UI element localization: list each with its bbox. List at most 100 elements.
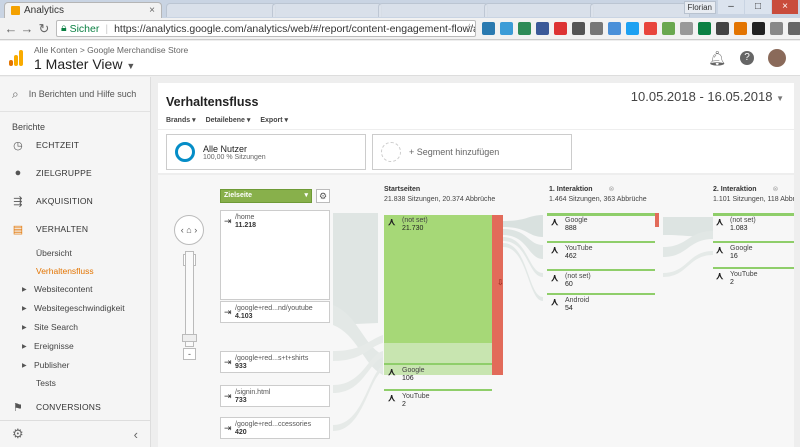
int1-node-android[interactable]: ⋏ Android 54 <box>551 297 651 313</box>
sidebar-subitem-tests[interactable]: Tests <box>0 374 150 392</box>
extension-icon[interactable] <box>734 22 747 35</box>
int2-node-not-set[interactable]: ⋏ (not set) 1.083 <box>716 217 792 233</box>
remove-column-icon[interactable]: ⊗ <box>609 186 615 193</box>
extension-icon[interactable] <box>752 22 765 35</box>
segment-all-users[interactable]: Alle Nutzer 100,00 % Sitzungen <box>166 134 366 170</box>
google-analytics-logo-icon[interactable] <box>8 50 24 66</box>
column-header-int2: 2. Interaktion ⊗ 1.101 Sitzungen, 118 Ab… <box>713 185 794 205</box>
sidebar-subitem-label: Verhaltensfluss <box>36 266 94 276</box>
extension-icon[interactable] <box>536 22 549 35</box>
collapse-sidebar-icon[interactable]: ‹ <box>134 427 138 442</box>
sidebar-subitem-site-search[interactable]: ▶ Site Search <box>0 318 150 336</box>
landing-node-signin[interactable]: ⇥ /signin.html 733 <box>220 385 330 407</box>
notifications-bell-icon[interactable]: 🔔︎ <box>708 50 726 67</box>
account-breadcrumb[interactable]: Alle Konten > Google Merchandise Store <box>34 45 188 55</box>
sidebar-item-conversions[interactable]: ⚑ CONVERSIONS <box>0 396 150 418</box>
zoom-slider[interactable] <box>185 251 194 347</box>
sidebar-subitem-publisher[interactable]: ▶ Publisher <box>0 356 150 374</box>
int2-node-google[interactable]: ⋏ Google 16 <box>716 245 792 261</box>
node-value: 2 <box>730 279 734 286</box>
search-input[interactable]: In Berichten und Hilfe such <box>29 89 137 99</box>
date-range-picker[interactable]: 10.05.2018 - 16.05.2018 ▼ <box>631 89 784 104</box>
start-node-youtube[interactable]: ⋏ YouTube 2 <box>388 393 488 409</box>
export-menu[interactable]: Export ▾ <box>260 116 288 124</box>
browser-tab[interactable] <box>378 3 488 17</box>
address-bar[interactable]: 🔒︎ Sicher | https://analytics.google.com… <box>56 20 476 37</box>
extension-icon[interactable] <box>500 22 513 35</box>
extension-icon[interactable] <box>644 22 657 35</box>
sidebar-subitem-ereignisse[interactable]: ▶ Ereignisse <box>0 337 150 355</box>
int1-node-google[interactable]: ⋏ Google 888 <box>551 217 651 233</box>
browser-tab[interactable] <box>272 3 382 17</box>
sidebar-subitem-label: Websitegeschwindigkeit <box>34 303 125 313</box>
sidebar-item-verhalten[interactable]: ▤ VERHALTEN <box>0 218 150 240</box>
remove-column-icon[interactable]: ⊗ <box>773 186 779 193</box>
extension-icon[interactable] <box>608 22 621 35</box>
int1-node-not-set[interactable]: ⋏ (not set) 60 <box>551 273 651 289</box>
node-value: 933 <box>235 363 247 370</box>
avatar[interactable] <box>768 49 786 67</box>
browser-tab[interactable] <box>166 3 276 17</box>
landing-node-home[interactable]: ⇥ /home 11.218 <box>220 210 330 300</box>
forward-icon[interactable]: → <box>20 21 34 36</box>
node-value: 420 <box>235 429 247 436</box>
extension-icon[interactable] <box>590 22 603 35</box>
sidebar-item-echtzeit[interactable]: ◷ ECHTZEIT <box>0 134 150 156</box>
node-label: (not set) <box>730 217 756 224</box>
bookmark-star-icon[interactable]: ☆ <box>464 21 475 35</box>
browser-profile-badge[interactable]: Florian <box>683 1 716 14</box>
settings-gear-icon[interactable]: ⚙ <box>12 426 24 442</box>
view-selector[interactable]: 1 Master View ▼ <box>34 56 135 72</box>
pan-control[interactable]: ‹ ⌂ › <box>174 215 204 245</box>
extension-icon[interactable] <box>716 22 729 35</box>
landing-node-accessories[interactable]: ⇥ /google+red...ccessories 420 <box>220 417 330 439</box>
back-icon[interactable]: ← <box>4 21 18 36</box>
help-icon[interactable]: ? <box>740 51 754 65</box>
dimension-settings-gear-icon[interactable]: ⚙ <box>316 189 330 203</box>
zoom-out-button[interactable]: - <box>183 348 196 360</box>
maximize-icon[interactable]: □ <box>745 0 771 14</box>
extension-icon[interactable] <box>788 22 800 35</box>
sidebar-item-zielgruppe[interactable]: ● ZIELGRUPPE <box>0 162 150 184</box>
extension-icon[interactable] <box>770 22 783 35</box>
report-search[interactable]: ⌕ In Berichten und Hilfe such <box>0 77 150 112</box>
browser-tab[interactable] <box>590 3 690 17</box>
extension-icon[interactable] <box>698 22 711 35</box>
extension-icon[interactable] <box>518 22 531 35</box>
extension-icon[interactable] <box>572 22 585 35</box>
int2-node-youtube[interactable]: ⋏ YouTube 2 <box>716 271 792 287</box>
flow-node-icon: ⋏ <box>388 367 396 378</box>
extension-icons: ⋮ <box>482 22 800 35</box>
sidebar-footer: ⚙ ‹ <box>0 420 150 447</box>
add-segment-button[interactable]: + Segment hinzufügen <box>372 134 572 170</box>
brands-menu[interactable]: Brands ▾ <box>166 116 196 124</box>
tab-close-icon[interactable]: × <box>149 5 155 16</box>
close-window-icon[interactable]: × <box>772 0 798 14</box>
extension-icon[interactable] <box>482 22 495 35</box>
sidebar-subitem-uebersicht[interactable]: Übersicht <box>0 244 150 262</box>
landing-node-t-shirts[interactable]: ⇥ /google+red...s+t+shirts 933 <box>220 351 330 373</box>
minimize-icon[interactable]: – <box>718 0 744 14</box>
sidebar-subitem-websitegeschwindigkeit[interactable]: ▶ Websitegeschwindigkeit <box>0 299 150 317</box>
start-node-google[interactable]: ⋏ Google 106 <box>388 367 488 383</box>
reload-icon[interactable]: ↻ <box>37 21 51 37</box>
extension-icon[interactable] <box>626 22 639 35</box>
sidebar-subitem-websitecontent[interactable]: ▶ Websitecontent <box>0 280 150 298</box>
browser-tab[interactable] <box>484 3 594 17</box>
sidebar-item-label: ECHTZEIT <box>36 140 80 150</box>
start-node-not-set[interactable]: ⋏ (not set) 21.730 <box>388 217 488 233</box>
sidebar-item-akquisition[interactable]: ⇶ AKQUISITION <box>0 190 150 212</box>
browser-tab-analytics[interactable]: Analytics × <box>4 2 162 18</box>
sidebar-item-label: AKQUISITION <box>36 196 93 206</box>
segment-sub: 100,00 % Sitzungen <box>203 153 266 161</box>
detail-level-menu[interactable]: Detailebene ▾ <box>206 116 251 124</box>
column-title: 2. Interaktion <box>713 186 757 193</box>
zoom-slider-handle[interactable] <box>182 334 197 342</box>
extension-icon[interactable] <box>554 22 567 35</box>
sidebar-subitem-verhaltensfluss[interactable]: Verhaltensfluss <box>0 262 150 280</box>
dimension-select[interactable]: Zielseite ▾ <box>220 189 312 203</box>
extension-icon[interactable] <box>662 22 675 35</box>
landing-node-youtube[interactable]: ⇥ /google+red...nd/youtube 4.103 <box>220 301 330 323</box>
extension-icon[interactable] <box>680 22 693 35</box>
int1-node-youtube[interactable]: ⋏ YouTube 462 <box>551 245 651 261</box>
